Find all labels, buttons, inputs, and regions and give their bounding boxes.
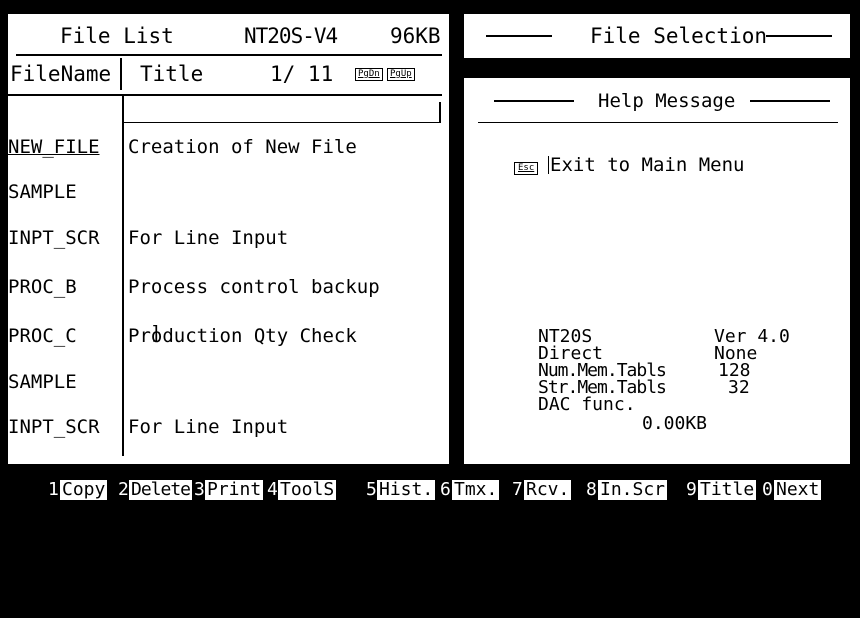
file-row-name[interactable]: INPT_SCR <box>8 418 100 437</box>
selection-box-bottom <box>122 122 441 123</box>
page-indicator: 1/ 11 <box>270 62 334 86</box>
column-header-filename: FileName <box>10 62 112 86</box>
fkey-0-number: 0 <box>762 479 773 500</box>
fkey-3-number: 3 <box>194 479 205 500</box>
fkey-8-number: 8 <box>586 479 597 500</box>
file-row-name[interactable]: PROC_C <box>8 326 100 345</box>
page-up-button[interactable]: PgUp <box>387 68 415 81</box>
file-row-name[interactable]: PROC_CTL <box>8 564 100 583</box>
page-down-button[interactable]: PgDn <box>355 68 383 81</box>
file-row-title[interactable] <box>128 187 380 197</box>
edit-cursor: ] <box>150 322 162 344</box>
file-row-title[interactable]: Production Qty Check <box>128 515 380 534</box>
help-message-title: Help Message <box>598 90 736 112</box>
info-dac-value: 0.00KB <box>642 413 708 434</box>
file-row-name[interactable]: NEW_FILE <box>8 137 100 156</box>
file-row-name[interactable]: PROC_B <box>8 277 100 296</box>
fkey-1-number: 1 <box>48 479 59 500</box>
fkey-4-number: 4 <box>267 479 278 500</box>
file-row-title[interactable]: Production Qty Check <box>128 326 380 345</box>
header-column-divider <box>120 58 122 90</box>
transmit-button[interactable]: Tmx. <box>452 480 500 500</box>
selection-title-rule-right <box>766 35 832 37</box>
fkey-7-number: 7 <box>512 479 523 500</box>
fkey-5-number: 5 <box>366 479 377 500</box>
column-divider <box>122 96 124 456</box>
help-message-panel: Help Message Esc Exit to Main Menu NT20S… <box>464 78 850 464</box>
in-screen-button[interactable]: In.Scr <box>598 480 668 500</box>
file-list-panel: File List NT20S-V4 96KB FileName Title 1… <box>8 14 449 584</box>
header-divider <box>8 94 442 96</box>
fkey-9-number: 9 <box>686 479 697 500</box>
esc-separator <box>548 156 549 174</box>
fkey-2-number: 2 <box>118 479 129 500</box>
file-selection-title: File Selection <box>590 24 768 48</box>
history-button[interactable]: Hist. <box>377 480 436 500</box>
file-row-title[interactable]: For Line Input <box>128 228 380 247</box>
file-row-title[interactable]: Process control backup <box>128 277 380 296</box>
help-title-rule-right <box>750 100 830 102</box>
file-row-name[interactable]: INPT_SCR <box>8 228 100 247</box>
fkey-6-number: 6 <box>440 479 451 500</box>
help-title-rule-left <box>494 100 574 102</box>
file-name-column: NEW_FILE SAMPLE INPT_SCR PROC_B PROC_C S… <box>8 106 100 615</box>
esc-help-text: Exit to Main Menu <box>550 154 745 176</box>
file-row-name[interactable]: SAMPLE <box>8 372 100 391</box>
receive-button[interactable]: Rcv. <box>524 480 572 500</box>
selection-box-right <box>439 102 441 122</box>
tools-button[interactable]: ToolS <box>278 480 337 500</box>
file-row-title[interactable]: Creation of New File <box>128 137 380 156</box>
info-str-value: 32 <box>728 377 750 398</box>
next-button[interactable]: Next <box>774 480 822 500</box>
file-selection-panel: File Selection <box>464 14 850 58</box>
file-size: 96KB <box>390 24 441 48</box>
delete-button[interactable]: Delete <box>129 480 193 500</box>
help-divider <box>478 122 838 123</box>
selection-title-rule-left <box>486 35 552 37</box>
file-row-title[interactable] <box>128 377 380 387</box>
model-name: NT20S-V4 <box>244 24 338 48</box>
title-button[interactable]: Title <box>698 480 757 500</box>
file-row-name[interactable]: SAMPLE <box>8 183 100 202</box>
column-header-title: Title <box>140 62 204 86</box>
file-title-column: Creation of New File For Line Input Proc… <box>128 106 380 615</box>
copy-button[interactable]: Copy <box>60 480 108 500</box>
file-row-title[interactable]: For Line Input <box>128 418 380 437</box>
file-row-title[interactable]: For process A <box>128 564 380 583</box>
file-list-title: File List <box>60 24 174 48</box>
title-divider <box>16 54 442 56</box>
esc-key[interactable]: Esc <box>514 162 539 175</box>
file-row-name[interactable]: PROC_C <box>8 515 100 534</box>
info-dac-label: DAC func. <box>538 394 636 415</box>
print-button[interactable]: Print <box>205 480 264 500</box>
